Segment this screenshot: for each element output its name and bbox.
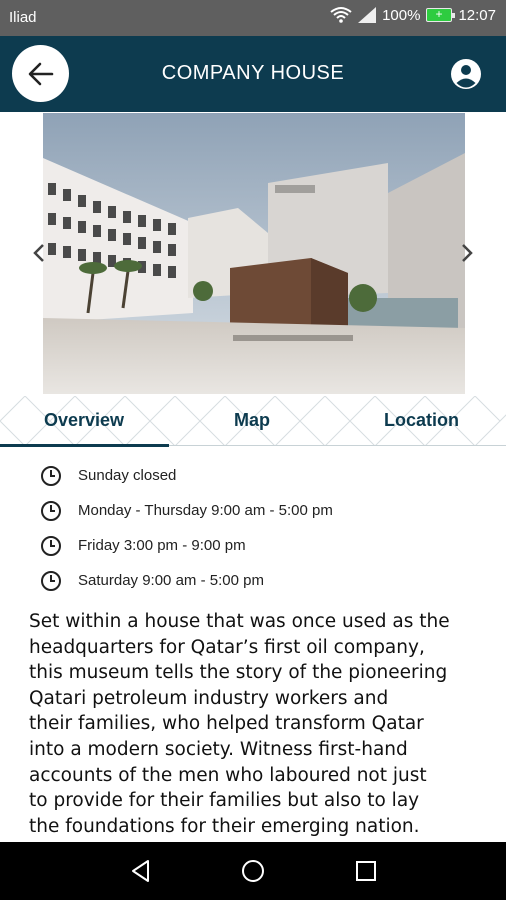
hours-text: Saturday 9:00 am - 5:00 pm (78, 572, 264, 589)
hours-text: Sunday closed (78, 467, 177, 484)
home-circle-icon[interactable] (240, 858, 266, 884)
clock-icon (41, 501, 61, 521)
clock-icon (41, 536, 61, 556)
hours-text: Monday - Thursday 9:00 am - 5:00 pm (78, 502, 333, 519)
system-nav-bar (0, 842, 506, 900)
next-image-icon[interactable] (460, 242, 474, 264)
account-circle-icon[interactable] (450, 58, 482, 90)
description-line: this museum tells the story of the pione… (29, 662, 448, 684)
hours-text: Friday 3:00 pm - 9:00 pm (78, 537, 246, 554)
tab-bar: Overview Map Location (0, 396, 506, 446)
description-line: into a modern society. Witness first-han… (29, 738, 408, 760)
tab-selected-indicator (0, 444, 169, 447)
app-bar: COMPANY HOUSE (0, 36, 506, 112)
back-triangle-icon[interactable] (128, 858, 154, 884)
description-line: Set within a house that was once used as… (29, 611, 450, 632)
description-line: accounts of the men who laboured not jus… (29, 764, 427, 786)
wifi-icon (330, 7, 352, 23)
description-line: to provide for their families but also t… (29, 790, 420, 812)
status-icons: 100% + 12:07 (330, 6, 496, 24)
carrier-name: Iliad (9, 9, 37, 26)
battery-icon: + (426, 7, 456, 22)
previous-image-icon[interactable] (32, 242, 46, 264)
hours-row: Saturday 9:00 am - 5:00 pm (40, 569, 264, 593)
clock-icon (41, 466, 61, 486)
description-line: headquarters for Qatar’s first oil compa… (29, 636, 425, 658)
tab-map[interactable]: Map (234, 410, 270, 431)
hours-row: Friday 3:00 pm - 9:00 pm (40, 534, 246, 558)
status-bar: Iliad 100% + 12:07 (0, 0, 506, 36)
tab-overview[interactable]: Overview (44, 410, 124, 431)
tab-location[interactable]: Location (384, 410, 459, 431)
hours-row: Sunday closed (40, 464, 176, 488)
description-line: the foundations for their emerging natio… (29, 815, 420, 837)
signal-icon (358, 7, 377, 23)
battery-percent: 100% (382, 6, 421, 24)
museum-building-photo[interactable] (43, 113, 465, 394)
recents-square-icon[interactable] (353, 858, 379, 884)
museum-description: Set within a house that was once used as… (29, 609, 489, 839)
clock-icon (41, 571, 61, 591)
description-line: Qatari petroleum industry workers and (29, 687, 389, 709)
clock-time: 12:07 (458, 6, 496, 24)
description-line: their families, who helped transform Qat… (29, 713, 424, 735)
hours-row: Monday - Thursday 9:00 am - 5:00 pm (40, 499, 333, 523)
page-title: COMPANY HOUSE (161, 62, 345, 84)
